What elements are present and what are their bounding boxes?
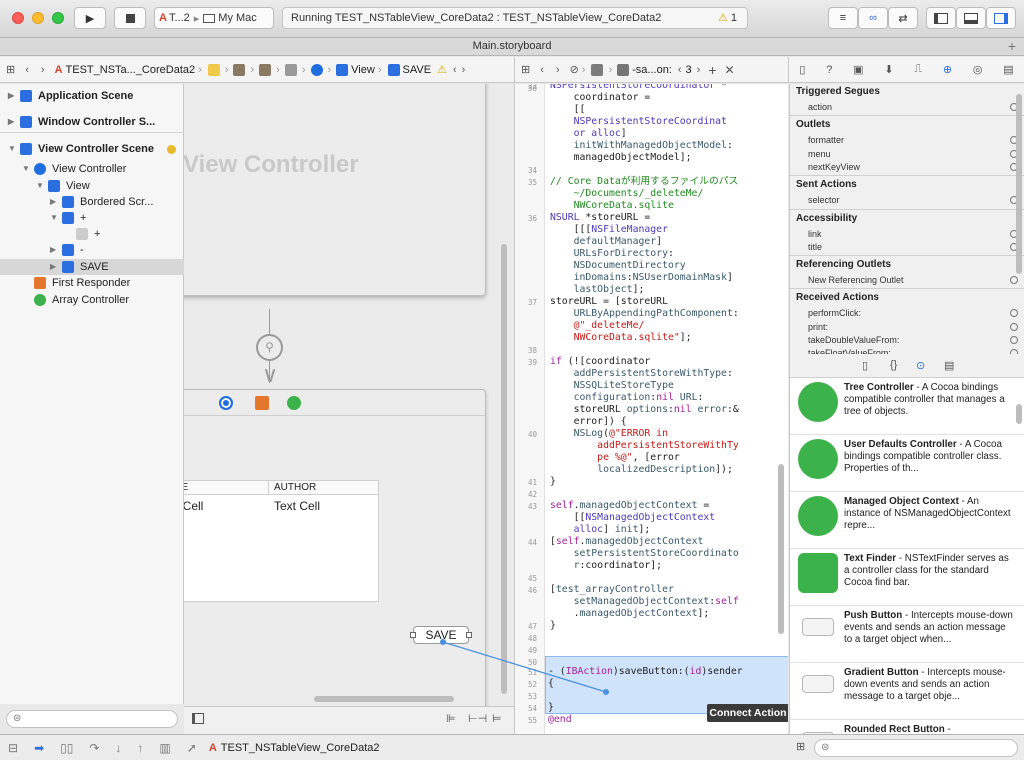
library-scrollbar[interactable] (1016, 404, 1022, 424)
library-item[interactable]: User Defaults Controller - A Cocoa bindi… (790, 435, 1024, 492)
library-item-name: Rounded Rect Button (844, 724, 945, 734)
library-item-name: Text Finder (844, 553, 897, 564)
library-item[interactable]: Tree Controller - A Cocoa bindings compa… (790, 378, 1024, 435)
connection-well[interactable] (1010, 336, 1018, 344)
inspector-section-title: Sent Actions (796, 179, 857, 191)
library-item-name: Managed Object Context (844, 496, 959, 507)
step-over-icon[interactable]: ↷ (89, 741, 99, 755)
pause-icon[interactable]: ▯▯ (60, 741, 73, 755)
media-library-icon[interactable]: ▤ (944, 359, 954, 372)
user-defaults-controller-icon (798, 439, 838, 479)
connection-item: selector (808, 195, 840, 206)
debug-bar: ⊟ ➡ ▯▯ ↷ ↓ ↑ ▥ ➚ A TEST_NSTableView_Core… (0, 734, 1024, 760)
app-icon: A (208, 741, 217, 754)
library-item-name: Gradient Button (844, 667, 919, 678)
connection-item: takeDoubleValueFrom: (808, 335, 900, 345)
object-library: ▯ {} ⊙ ▤ Tree Controller - A Cocoa bindi… (789, 354, 1024, 734)
connection-item: link (808, 228, 822, 239)
inspector-section-title: Outlets (796, 119, 831, 131)
connection-item: performClick: (808, 308, 862, 319)
connection-item: menu (808, 148, 831, 159)
filter-icon: ⊜ (821, 742, 830, 753)
connection-item: action (808, 102, 833, 112)
code-snippet-icon[interactable]: {} (890, 359, 897, 371)
connection-well[interactable] (1010, 309, 1018, 318)
breakpoint-icon[interactable]: ➡ (34, 741, 44, 755)
connection-item: title (808, 241, 823, 252)
step-out-icon[interactable]: ↑ (137, 741, 143, 755)
inspector-section-title: Received Actions (796, 292, 879, 304)
library-item[interactable]: Gradient Button - Intercepts mouse-down … (790, 663, 1024, 720)
push-button-icon (802, 618, 834, 636)
inspector-section-title: Referencing Outlets (796, 259, 892, 271)
gradient-button-icon (802, 675, 834, 693)
library-item[interactable]: Managed Object Context - An instance of … (790, 492, 1024, 549)
connection-item: nextKeyView (808, 161, 860, 172)
view-debugger-icon[interactable]: ▥ (159, 741, 170, 755)
connection-well[interactable] (1010, 322, 1018, 331)
library-item[interactable]: Push Button - Intercepts mouse-down even… (790, 606, 1024, 663)
connection-item: New Referencing Outlet (808, 275, 904, 286)
managed-object-context-icon (798, 496, 838, 536)
library-item-name: Tree Controller (844, 382, 914, 393)
debug-scheme-label: TEST_NSTableView_CoreData2 (220, 741, 380, 754)
inspector-scrollbar[interactable] (1016, 94, 1022, 274)
file-template-icon[interactable]: ▯ (862, 359, 868, 372)
library-item[interactable]: Text Finder - NSTextFinder serves as a c… (790, 549, 1024, 606)
library-tabs: ▯ {} ⊙ ▤ (790, 354, 1024, 378)
library-item-name: Push Button (844, 610, 903, 621)
connections-inspector: Triggered Segues action Outlets formatter me… (789, 84, 1024, 354)
inspector-section-title: Accessibility (796, 212, 858, 224)
grid-icon[interactable]: ⊞ (796, 740, 805, 753)
library-filter-field[interactable]: ⊜ (814, 739, 1018, 757)
library-item-name: User Defaults Controller (844, 439, 957, 450)
connection-well[interactable] (1010, 276, 1018, 285)
text-finder-icon (798, 553, 838, 593)
step-in-icon[interactable]: ↓ (115, 741, 121, 755)
connection-item: print: (808, 321, 829, 332)
location-icon[interactable]: ➚ (187, 741, 197, 755)
tree-controller-icon (798, 382, 838, 422)
inspector-section-title: Triggered Segues (796, 86, 880, 97)
object-library-icon[interactable]: ⊙ (916, 359, 925, 372)
library-item-description: - (944, 724, 951, 734)
hide-debug-icon[interactable]: ⊟ (8, 741, 18, 755)
library-item[interactable]: Rounded Rect Button - (790, 720, 1024, 734)
connection-item: formatter (808, 135, 845, 146)
